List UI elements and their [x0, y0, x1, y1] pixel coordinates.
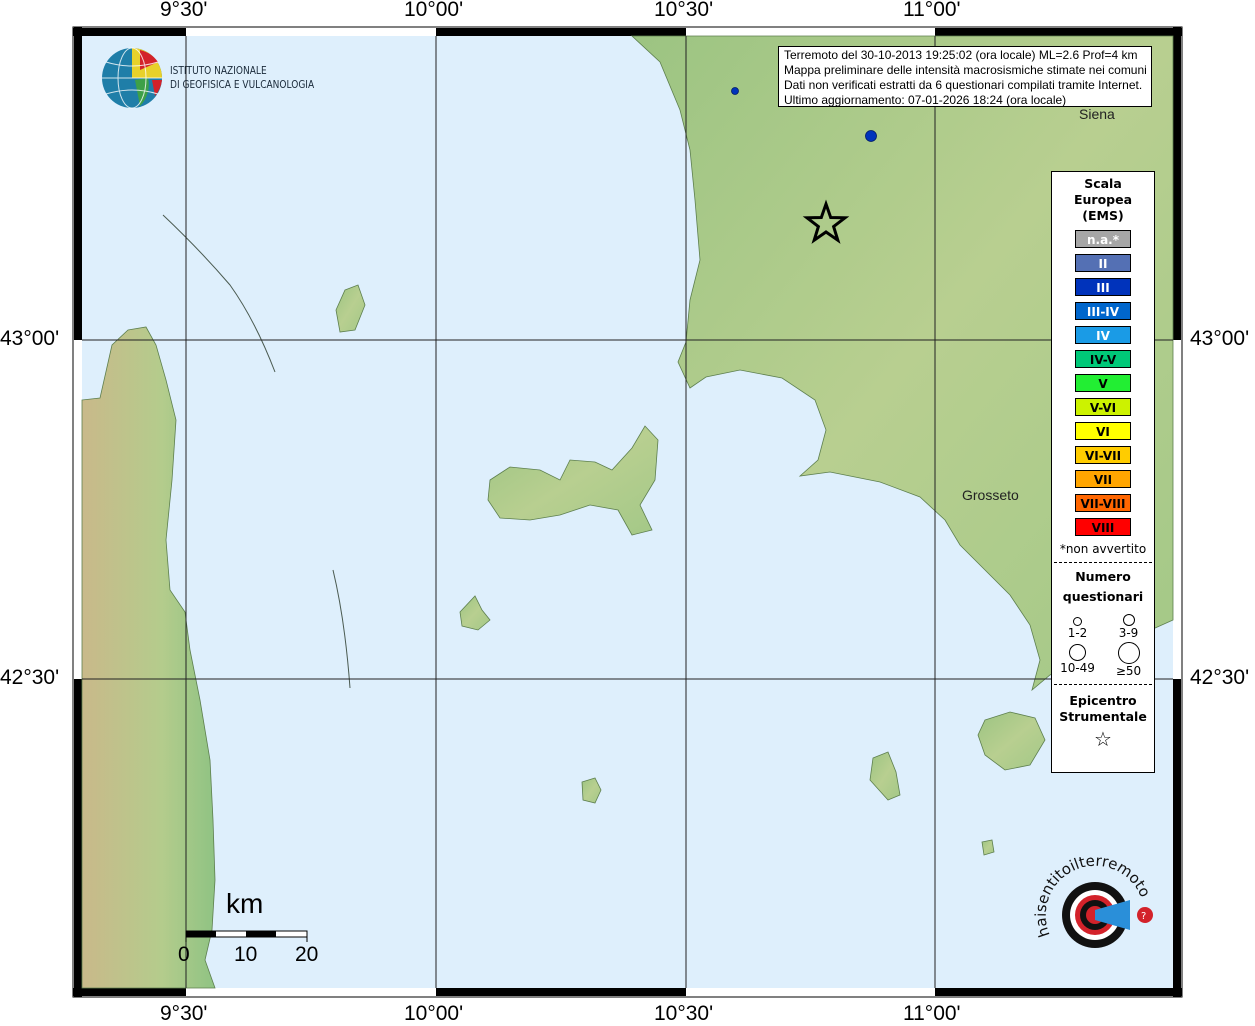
intensity-swatch: II [1075, 254, 1131, 272]
lon-label-bottom: 9°30' [160, 1002, 208, 1025]
observation-point[interactable] [731, 87, 739, 95]
lon-label-bottom: 11°00' [903, 1002, 961, 1025]
lat-label-right: 42°30' [1190, 666, 1250, 689]
size-label: 1-2 [1067, 626, 1088, 640]
size-item: ≥50 [1103, 642, 1154, 678]
data-note: Dati non verificati estratti da 6 questi… [784, 78, 1143, 92]
divider [1054, 562, 1152, 563]
lon-label-top: 10°00' [404, 0, 464, 21]
intensity-swatch: VIII [1075, 518, 1131, 536]
ingv-logo-text: ISTITUTO NAZIONALE DI GEOFISICA E VULCAN… [170, 64, 314, 92]
scale-tick: 20 [295, 943, 319, 966]
last-update: Ultimo aggiornamento: 07-01-2026 18:24 (… [784, 93, 1067, 107]
intensity-swatch: VI-VII [1075, 446, 1131, 464]
lon-label-top: 9°30' [160, 0, 208, 21]
event-line: Terremoto del 30-10-2013 19:25:02 (ora l… [784, 48, 1138, 62]
intensity-scale: n.a.* II III III-IV IV IV-V V V-VI VI VI-VII VII VI… [1052, 230, 1154, 536]
divider [1054, 684, 1152, 685]
scale-tick: 10 [234, 943, 258, 966]
star-icon: ☆ [1094, 727, 1112, 751]
legend-title-line: Scala [1084, 176, 1122, 191]
lat-label-left: 43°00' [0, 327, 60, 350]
intensity-swatch: III-IV [1075, 302, 1131, 320]
intensity-swatch: VII [1075, 470, 1131, 488]
ingv-line1: ISTITUTO NAZIONALE [170, 64, 267, 77]
size-label: ≥50 [1115, 664, 1142, 678]
count-title-line: Numero [1075, 569, 1131, 584]
count-title-line: questionari [1062, 589, 1144, 604]
place-grosseto: Grosseto [962, 487, 1019, 503]
lon-label-top: 10°30' [654, 0, 714, 21]
lon-label-bottom: 10°30' [654, 1002, 714, 1025]
intensity-swatch: V-VI [1075, 398, 1131, 416]
scale-unit: km [226, 888, 264, 919]
scale-tick: 0 [178, 943, 190, 966]
size-item: 1-2 [1052, 611, 1103, 640]
size-item: 3-9 [1103, 611, 1154, 640]
lat-label-right: 43°00' [1190, 327, 1250, 350]
lon-label-top: 11°00' [903, 0, 961, 21]
epicenter-title-line: Epicentro [1069, 693, 1137, 708]
size-label: 3-9 [1118, 626, 1139, 640]
lat-label-left: 42°30' [0, 666, 60, 689]
legend-title: Scala Europea (EMS) [1052, 176, 1154, 224]
intensity-swatch: V [1075, 374, 1131, 392]
ingv-line2: DI GEOFISICA E VULCANOLOGIA [170, 78, 315, 91]
intensity-swatch: VII-VIII [1075, 494, 1131, 512]
na-note: *non avvertito [1059, 542, 1147, 556]
place-siena: Siena [1079, 106, 1115, 122]
size-label: 10-49 [1060, 661, 1095, 675]
intensity-swatch: III [1075, 278, 1131, 296]
map-description: Mappa preliminare delle intensità macros… [784, 63, 1147, 77]
intensity-swatch: n.a.* [1075, 230, 1131, 248]
svg-text:?: ? [1141, 911, 1146, 922]
epicenter-title: Epicentro Strumentale [1052, 693, 1154, 725]
count-title: Numero questionari [1052, 567, 1154, 607]
count-sizes: 1-2 3-9 10-49 ≥50 [1052, 611, 1154, 678]
size-item: 10-49 [1052, 642, 1103, 678]
intensity-swatch: VI [1075, 422, 1131, 440]
info-box: Terremoto del 30-10-2013 19:25:02 (ora l… [778, 46, 1152, 107]
lon-label-bottom: 10°00' [404, 1002, 464, 1025]
observation-point[interactable] [865, 130, 877, 142]
legend: Scala Europea (EMS) n.a.* II III III-IV IV IV… [1051, 171, 1155, 773]
ingv-logo-icon [102, 47, 162, 109]
legend-title-line: Europea [1073, 192, 1133, 207]
intensity-swatch: IV [1075, 326, 1131, 344]
epicenter-title-line: Strumentale [1059, 709, 1147, 724]
intensity-swatch: IV-V [1075, 350, 1131, 368]
giannutri [981, 839, 995, 856]
legend-title-line: (EMS) [1082, 208, 1124, 223]
